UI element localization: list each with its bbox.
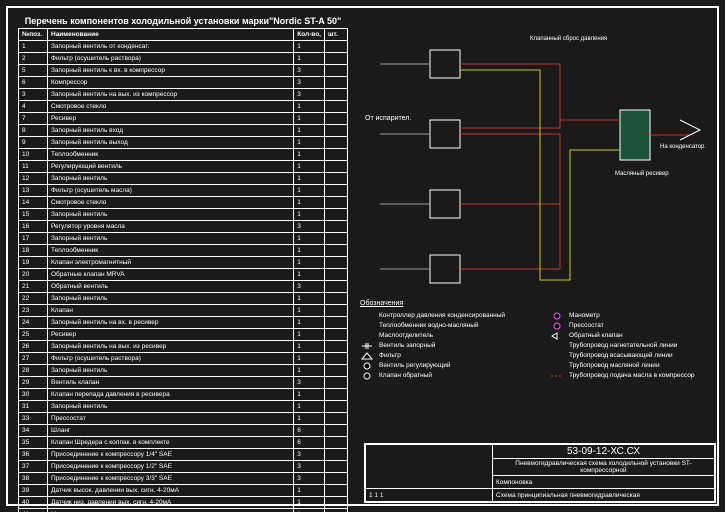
- legend-header: Обозначения: [360, 300, 710, 307]
- table-row: 3Запорный вентиль на вых. из компрессор3: [19, 89, 348, 101]
- col-qty: Кол-во,: [294, 29, 325, 41]
- schematic-diagram: От испарител. Клапанный сброс давления М…: [360, 20, 710, 300]
- table-row: 6Компрессор3: [19, 77, 348, 89]
- table-row: 24Запорный вентиль на вх. в ресивер1: [19, 317, 348, 329]
- bom-table: №поз. Наименование Кол-во, шт. 1Запорный…: [18, 28, 348, 512]
- table-row: 35Клапан Шредера с колпак. в комплекте6: [19, 437, 348, 449]
- table-row: 27Фильтр (осушитель раствора)1: [19, 353, 348, 365]
- table-row: 7Ресивер1: [19, 113, 348, 125]
- table-row: 19Клапан электромагнитный1: [19, 257, 348, 269]
- legend-item: Вентиль запорный: [360, 341, 520, 350]
- table-row: 11Регулирующий вентиль1: [19, 161, 348, 173]
- table-row: 33Прессостат1: [19, 413, 348, 425]
- drawing-desc: Пневмогидравлическая схема холодильной у…: [493, 459, 715, 476]
- table-row: 25Ресивер1: [19, 329, 348, 341]
- col-num: №поз.: [19, 29, 48, 41]
- table-row: 39Датчик высок. давлении вых. сигн. 4-20…: [19, 485, 348, 497]
- legend-item: Клапан обратный: [360, 371, 520, 380]
- label-relief: Клапанный сброс давления: [530, 35, 607, 42]
- table-row: 36Присоединение к компрессору 1/4" SAE3: [19, 449, 348, 461]
- legend-item: Трубопровод всасывающей линии: [550, 351, 710, 360]
- legend-item: Прессостат: [550, 321, 710, 330]
- table-row: 22Запорный вентиль1: [19, 293, 348, 305]
- title-block: 53-09-12-ХС.СХ Пневмогидравлическая схем…: [364, 443, 716, 503]
- table-row: 29Вентиль клапан3: [19, 377, 348, 389]
- drawing-number: 53-09-12-ХС.СХ: [493, 445, 715, 459]
- legend-item: Трубопровод масляной линии: [550, 361, 710, 370]
- table-row: 20Обратные клапан MRVA1: [19, 269, 348, 281]
- label-to-cond: На конденсатор.: [660, 144, 706, 150]
- table-row: 9Запорный вентиль выход1: [19, 137, 348, 149]
- table-row: 37Присоединение к компрессору 1/2" SAE3: [19, 461, 348, 473]
- table-row: 5Запорный вентиль к вх. в компрессор3: [19, 65, 348, 77]
- table-row: 4Смотровое стекло1: [19, 101, 348, 113]
- label-from-evap: От испарител.: [365, 115, 411, 122]
- legend-item: Трубопровод подача масла в компрессор: [550, 371, 710, 380]
- bom-table-wrap: Перечень компонентов холодильной установ…: [18, 14, 348, 512]
- bom-header-row: №поз. Наименование Кол-во, шт.: [19, 29, 348, 41]
- col-unit: шт.: [325, 29, 348, 41]
- table-row: 34Шланг6: [19, 425, 348, 437]
- table-row: 15Запорный вентиль1: [19, 209, 348, 221]
- table-row: 18Теплообменник1: [19, 245, 348, 257]
- legend-item: Вентиль регулирующий: [360, 361, 520, 370]
- legend-item: Обратный клапан: [550, 331, 710, 340]
- legend-item: Фильтр: [360, 351, 520, 360]
- table-row: 31Запорный вентиль1: [19, 401, 348, 413]
- tb-row: Компоновка: [493, 476, 715, 489]
- table-row: 30Клапан перепада давления в ресиверa1: [19, 389, 348, 401]
- table-row: 8Запорный вентиль вход1: [19, 125, 348, 137]
- table-row: 14Смотровое стекло1: [19, 197, 348, 209]
- table-row: 23Клапан1: [19, 305, 348, 317]
- legend: Обозначения Контроллер давления конденси…: [360, 300, 710, 381]
- table-row: 13Фильтр (осушитель масла)1: [19, 185, 348, 197]
- table-row: 12Запорный вентиль1: [19, 173, 348, 185]
- legend-item: Теплообменник водно-масляный: [360, 321, 520, 330]
- table-row: 10Теплообменник1: [19, 149, 348, 161]
- table-row: 1Запорный вентиль от конденсат.1: [19, 41, 348, 53]
- table-row: 21Обратный вентиль3: [19, 281, 348, 293]
- table-row: 28Запорный вентиль1: [19, 365, 348, 377]
- table-row: 40Датчик низ. давлении вых. сигн. 4-20мА…: [19, 497, 348, 509]
- table-row: 26Запорный вентиль на вых. из ресивер1: [19, 341, 348, 353]
- table-row: 17Запорный вентиль1: [19, 233, 348, 245]
- table-row: 41Манометр высокого давления1: [19, 509, 348, 512]
- legend-item: Манометр: [550, 311, 710, 320]
- table-row: 38Присоединение к компрессору 3/3" SAE3: [19, 473, 348, 485]
- legend-item: Контроллер давления конденсированный: [360, 311, 520, 320]
- table-row: 16Регулятор уровня масла3: [19, 221, 348, 233]
- tb-bottom: Схема принципиальная пневмогидравлическа…: [493, 489, 715, 502]
- label-receiver: Масляный ресивер: [615, 170, 669, 177]
- legend-item: Трубопровод нагнетательной линии: [550, 341, 710, 350]
- bom-title: Перечень компонентов холодильной установ…: [18, 14, 348, 28]
- legend-item: Маслоотделитель: [360, 331, 520, 340]
- cad-canvas: Перечень компонентов холодильной установ…: [0, 0, 725, 512]
- tb-numbers: 1 1 1: [366, 489, 493, 502]
- col-name: Наименование: [48, 29, 294, 41]
- table-row: 2Фильтр (осушитель раствора)1: [19, 53, 348, 65]
